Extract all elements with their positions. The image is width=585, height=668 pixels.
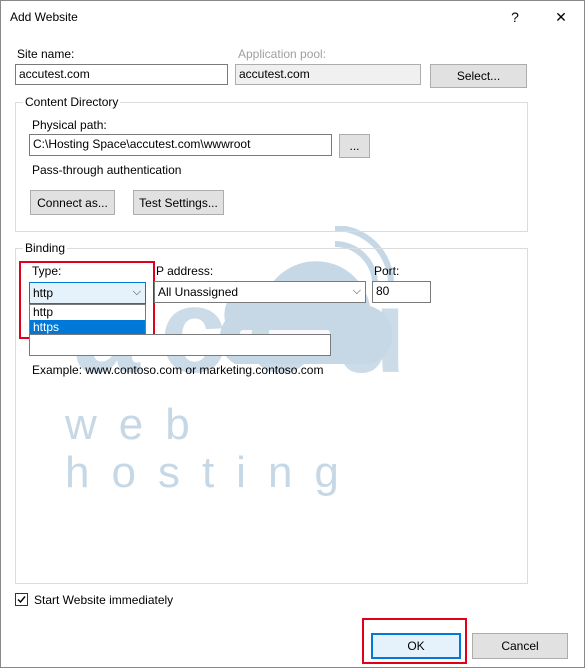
ok-highlight-box	[362, 618, 467, 664]
start-website-checkbox[interactable]	[15, 593, 28, 606]
close-icon: ✕	[555, 8, 567, 25]
cancel-button[interactable]: Cancel	[472, 633, 568, 659]
port-input[interactable]: 80	[372, 281, 431, 303]
app-pool-label: Application pool:	[238, 47, 327, 61]
dialog-title: Add Website	[10, 10, 78, 24]
help-button[interactable]: ?	[495, 1, 535, 33]
host-name-input[interactable]	[29, 334, 331, 356]
app-pool-field: accutest.com	[235, 64, 421, 85]
site-name-input[interactable]: accutest.com	[15, 64, 228, 85]
select-pool-button[interactable]: Select...	[430, 64, 527, 88]
ip-address-value: All Unassigned	[158, 285, 239, 299]
add-website-dialog: Add Website ? ✕ accu web hosting Site na…	[0, 0, 585, 668]
ip-address-select[interactable]: All Unassigned ⌵	[154, 281, 366, 303]
test-settings-button[interactable]: Test Settings...	[133, 190, 224, 215]
site-name-label: Site name:	[17, 47, 75, 61]
help-icon: ?	[511, 9, 519, 25]
binding-label: Binding	[23, 241, 68, 255]
close-button[interactable]: ✕	[541, 1, 581, 33]
checkmark-icon	[17, 596, 26, 604]
start-website-label: Start Website immediately	[34, 593, 174, 607]
chevron-down-icon: ⌵	[352, 285, 361, 297]
host-name-example: Example: www.contoso.com or marketing.co…	[32, 363, 324, 377]
content-directory-label: Content Directory	[23, 95, 121, 109]
title-bar: Add Website ? ✕	[1, 1, 584, 33]
ip-address-label: P address:	[156, 264, 214, 278]
physical-path-label: Physical path:	[32, 118, 107, 132]
physical-path-input[interactable]: C:\Hosting Space\accutest.com\wwwroot	[29, 134, 332, 156]
connect-as-button[interactable]: Connect as...	[30, 190, 115, 215]
browse-path-button[interactable]: ...	[339, 134, 370, 158]
port-label: Port:	[374, 264, 400, 278]
pass-through-label: Pass-through authentication	[32, 163, 182, 177]
type-highlight-box	[19, 261, 155, 339]
